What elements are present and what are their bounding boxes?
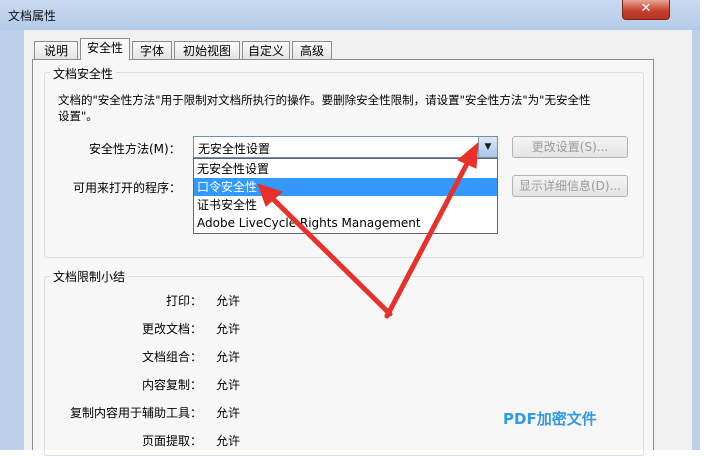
document-security-legend: 文档安全性 bbox=[50, 65, 117, 82]
restriction-value-content-copying: 允许 bbox=[216, 378, 241, 392]
window-frame-right bbox=[692, 30, 700, 450]
watermark-text: PDF加密文件 bbox=[503, 410, 597, 428]
restriction-label-content-copying: 内容复制： bbox=[141, 378, 202, 392]
restriction-label-accessibility-copying: 复制内容用于辅助工具： bbox=[69, 406, 202, 420]
window-titlebar: 文档属性 ✕ bbox=[0, 0, 700, 31]
restriction-value-page-extraction: 允许 bbox=[216, 434, 241, 448]
restriction-label-change-document: 更改文档： bbox=[141, 322, 202, 336]
security-method-label: 安全性方法(M)： bbox=[89, 142, 181, 156]
tab-security[interactable]: 安全性 bbox=[80, 38, 130, 60]
dropdown-option-certificate-security[interactable]: 证书安全性 bbox=[194, 196, 497, 214]
restriction-value-document-assembly: 允许 bbox=[216, 350, 241, 364]
dropdown-option-adobe-livecycle[interactable]: Adobe LiveCycle Rights Management bbox=[194, 214, 497, 232]
tab-custom[interactable]: 自定义 bbox=[242, 41, 290, 59]
security-method-select[interactable]: 无安全性设置 ▼ bbox=[193, 136, 498, 158]
security-method-dropdown: 无安全性设置 口令安全性 证书安全性 Adobe LiveCycle Right… bbox=[193, 158, 498, 234]
restriction-value-change-document: 允许 bbox=[216, 322, 241, 336]
security-description: 文档的"安全性方法"用于限制对文档所执行的操作。要删除安全性限制，请设置"安全性… bbox=[58, 93, 591, 123]
tab-fonts[interactable]: 字体 bbox=[132, 41, 172, 59]
openable-programs-label: 可用来打开的程序： bbox=[73, 181, 182, 195]
close-button[interactable]: ✕ bbox=[622, 0, 670, 20]
change-settings-button[interactable]: 更改设置(S)... bbox=[512, 136, 628, 158]
restriction-label-document-assembly: 文档组合： bbox=[141, 350, 202, 364]
restrictions-summary-legend: 文档限制小结 bbox=[50, 268, 129, 285]
chevron-down-icon[interactable]: ▼ bbox=[478, 137, 497, 157]
dropdown-option-password-security[interactable]: 口令安全性 bbox=[194, 178, 497, 196]
show-details-button[interactable]: 显示详细信息(D)... bbox=[512, 175, 628, 197]
restriction-label-page-extraction: 页面提取： bbox=[141, 434, 202, 448]
restriction-label-print: 打印： bbox=[165, 294, 202, 308]
restriction-value-accessibility-copying: 允许 bbox=[216, 406, 241, 420]
window-title: 文档属性 bbox=[8, 9, 57, 23]
dropdown-option-no-security[interactable]: 无安全性设置 bbox=[194, 160, 497, 178]
close-icon: ✕ bbox=[640, 1, 652, 16]
security-method-value: 无安全性设置 bbox=[198, 142, 271, 156]
tab-description[interactable]: 说明 bbox=[34, 41, 78, 59]
restriction-value-print: 允许 bbox=[216, 294, 241, 308]
tab-initial-view[interactable]: 初始视图 bbox=[174, 41, 240, 59]
tab-advanced[interactable]: 高级 bbox=[292, 41, 332, 59]
